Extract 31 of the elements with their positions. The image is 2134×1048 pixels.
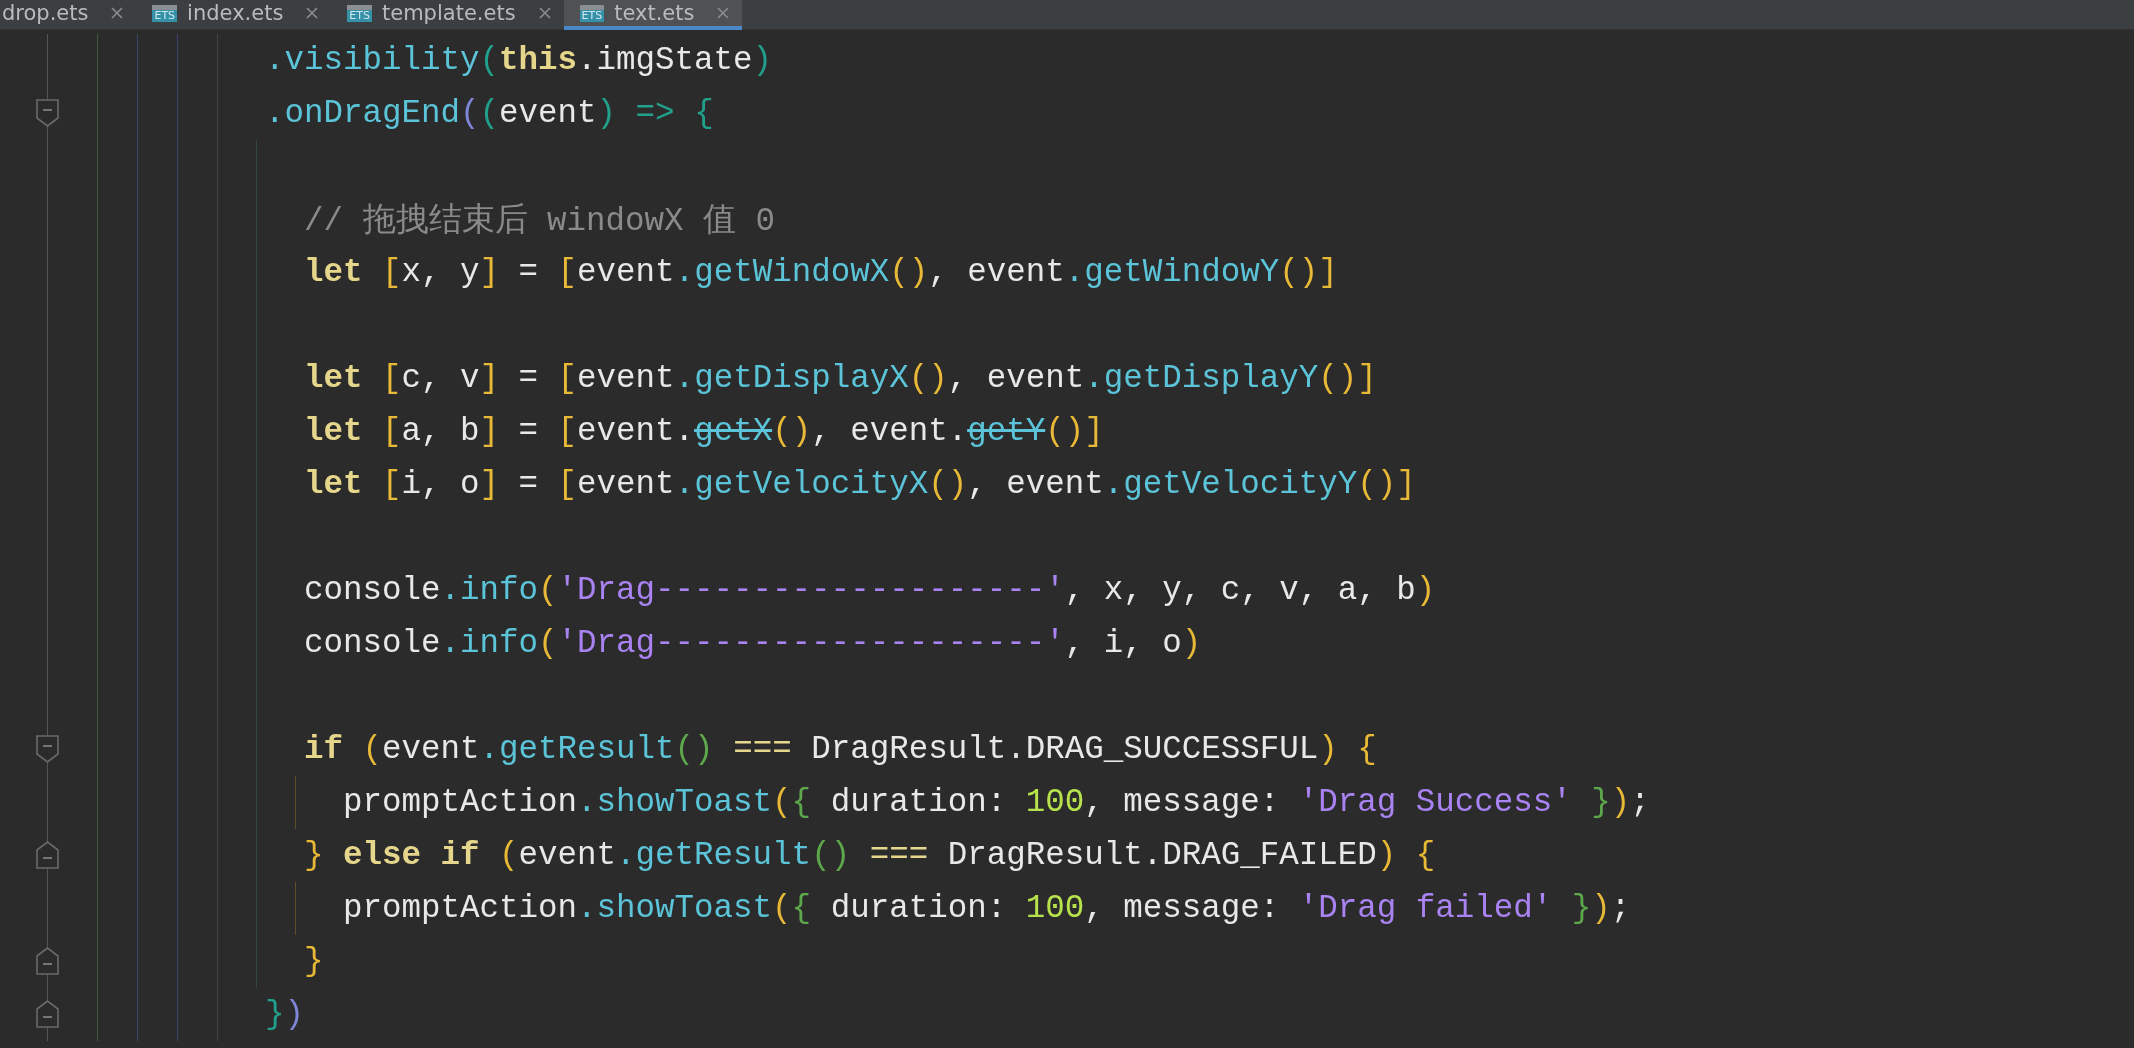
fold-marker-icon[interactable]: [36, 841, 59, 869]
code-line: .onDragEnd((event) => {: [265, 95, 714, 132]
code-line: .visibility(this.imgState): [265, 42, 773, 79]
fold-marker-icon[interactable]: [36, 947, 59, 975]
close-icon[interactable]: [110, 6, 125, 20]
editor-tab[interactable]: ETS index.ets: [136, 0, 332, 30]
code-line: } else if (event.getResult() === DragResult.DRAG_FAILED) {: [304, 837, 1436, 874]
close-icon[interactable]: [537, 6, 552, 20]
code-line: console.info('Drag--------------------', x, y, c, v, a, b): [304, 572, 1436, 609]
code-line: let [a, b] = [event.getX(), event.getY()]: [304, 413, 1104, 450]
code-line: if (event.getResult() === DragResult.DRAG_SUCCESSFUL) {: [304, 731, 1377, 768]
code-line: // 拖拽结束后 windowX 值 0: [304, 201, 776, 242]
close-icon[interactable]: [305, 6, 320, 20]
file-type-icon: ETS: [347, 4, 372, 22]
editor-tab[interactable]: ETS text.ets: [563, 0, 743, 30]
code-line: let [x, y] = [event.getWindowX(), event.getWindowY()]: [304, 254, 1338, 291]
fold-marker-icon[interactable]: [36, 1000, 59, 1028]
code-line: }: [304, 943, 324, 980]
fold-marker-icon[interactable]: [36, 99, 59, 127]
code-line: promptAction.showToast({ duration: 100, message: 'Drag Success' });: [343, 784, 1650, 821]
file-type-icon: ETS: [579, 4, 605, 22]
code-line: }): [265, 996, 305, 1033]
close-icon[interactable]: [716, 6, 731, 20]
code-line: let [i, o] = [event.getVelocityX(), event.getVelocityY()]: [304, 466, 1416, 503]
editor-tab[interactable]: ETS template.ets: [331, 0, 564, 30]
code-line: promptAction.showToast({ duration: 100, message: 'Drag failed' });: [343, 890, 1631, 927]
editor-tab[interactable]: drop.ets: [0, 0, 137, 30]
code-line: let [c, v] = [event.getDisplayX(), event.getDisplayY()]: [304, 360, 1377, 397]
file-type-icon: ETS: [152, 4, 178, 22]
fold-marker-icon[interactable]: [36, 735, 59, 763]
code-line: console.info('Drag--------------------', i, o): [304, 625, 1202, 662]
